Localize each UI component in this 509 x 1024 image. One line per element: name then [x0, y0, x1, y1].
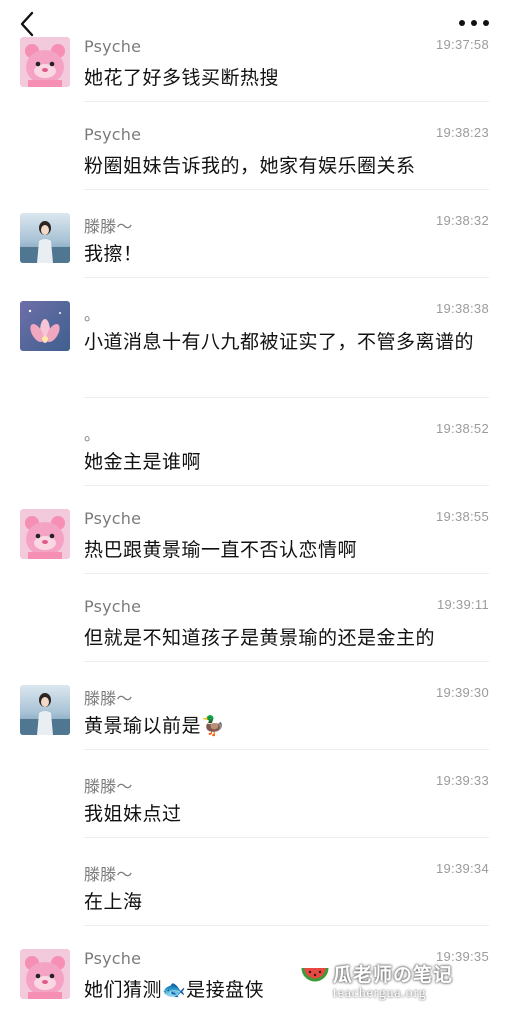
message-text[interactable]: 黄景瑜以前是🦆 [84, 711, 477, 741]
message-time: 19:39:30 [435, 685, 489, 700]
message-time: 19:38:52 [435, 421, 489, 436]
avatar-psyche[interactable] [20, 949, 70, 999]
message-text[interactable]: 她金主是谁啊 [84, 447, 477, 477]
message-text[interactable]: 热巴跟黄景瑜一直不否认恋情啊 [84, 535, 477, 565]
watermelon-icon [301, 967, 329, 982]
message-time: 19:38:32 [435, 213, 489, 228]
sender-name: 。 [84, 305, 101, 324]
message-text[interactable]: 粉圈姐妹告诉我的，她家有娱乐圈关系 [84, 151, 477, 181]
avatar-psyche[interactable] [20, 37, 70, 87]
message-text[interactable]: 我姐妹点过 [84, 799, 477, 829]
sender-name: 滕滕～ [84, 689, 133, 708]
sender-name: Psyche [84, 37, 142, 56]
message-text[interactable]: 小道消息十有八九都被证实了，不管多离谱的 [84, 327, 477, 357]
message-time: 19:38:23 [435, 125, 489, 140]
sender-name: Psyche [84, 125, 142, 144]
message-text[interactable]: 她花了好多钱买断热搜 [84, 63, 477, 93]
chat-message: Psyche 19:38:23 粉圈姐妹告诉我的，她家有娱乐圈关系 [84, 102, 489, 190]
watermark: 瓜老师の笔记 teachergua.org [295, 958, 495, 1008]
chat-message: Psyche 19:38:55 热巴跟黄景瑜一直不否认恋情啊 [20, 486, 489, 574]
avatar-tengteng[interactable] [20, 685, 70, 735]
sender-name: 。 [84, 425, 101, 444]
chat-message: 滕滕～ 19:39:33 我姐妹点过 [84, 750, 489, 838]
sender-name: Psyche [84, 597, 142, 616]
message-text[interactable]: 在上海 [84, 887, 477, 917]
sender-name: Psyche [84, 509, 142, 528]
chat-history: Psyche 19:37:58 她花了好多钱买断热搜 Psyche 19:38:… [0, 14, 509, 1014]
message-text[interactable]: 但就是不知道孩子是黄景瑜的还是金主的 [84, 623, 477, 653]
message-time: 19:39:33 [435, 773, 489, 788]
avatar-psyche[interactable] [20, 509, 70, 559]
chat-message: Psyche 19:39:11 但就是不知道孩子是黄景瑜的还是金主的 [84, 574, 489, 662]
chat-message: 滕滕～ 19:39:30 黄景瑜以前是🦆 [20, 662, 489, 750]
chat-message: 。 19:38:38 小道消息十有八九都被证实了，不管多离谱的 [20, 278, 489, 398]
sender-name: 滕滕～ [84, 217, 133, 236]
chat-message: 。 19:38:52 她金主是谁啊 [84, 398, 489, 486]
avatar-dot[interactable] [20, 301, 70, 351]
message-time: 19:38:55 [435, 509, 489, 524]
sender-name: 滕滕～ [84, 777, 133, 796]
chat-message: 滕滕～ 19:39:34 在上海 [84, 838, 489, 926]
chat-message: 滕滕～ 19:38:32 我擦！ [20, 190, 489, 278]
message-time: 19:37:58 [435, 37, 489, 52]
message-time: 19:39:11 [436, 597, 489, 612]
sender-name: 滕滕～ [84, 865, 133, 884]
chat-message: Psyche 19:37:58 她花了好多钱买断热搜 [20, 14, 489, 102]
watermark-url: teachergua.org [333, 986, 427, 1001]
avatar-tengteng[interactable] [20, 213, 70, 263]
message-time: 19:38:38 [435, 301, 489, 316]
watermark-title: 瓜老师の笔记 [333, 964, 454, 986]
sender-name: Psyche [84, 949, 142, 968]
message-time: 19:39:34 [435, 861, 489, 876]
message-text[interactable]: 我擦！ [84, 239, 477, 269]
